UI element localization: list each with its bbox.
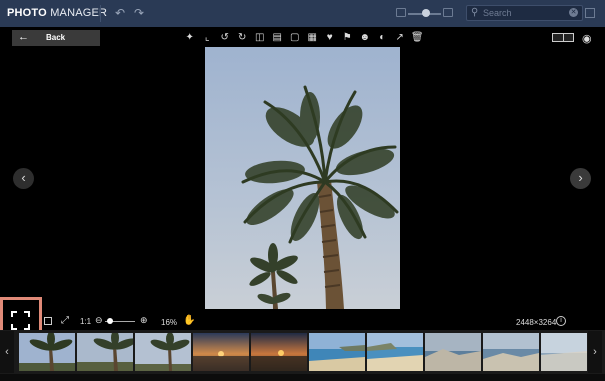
color-palette-icon[interactable]: ◐ (374, 31, 392, 45)
undo-icon[interactable]: ↶ (113, 6, 127, 20)
thumbnail[interactable] (193, 333, 249, 371)
actual-size-label[interactable]: 1:1 (80, 317, 91, 326)
hand-pan-icon[interactable]: ✋ (183, 315, 195, 326)
thumbnail[interactable] (251, 333, 307, 371)
flip-vertical-icon[interactable]: ▤ (269, 31, 287, 45)
app-title-light: MANAGER (50, 7, 108, 19)
previous-photo-button[interactable]: ‹ (13, 168, 34, 189)
thumbnail-sunset-image (251, 333, 307, 371)
thumbnail[interactable] (309, 333, 365, 371)
thumbnail-palm-image (135, 333, 191, 371)
thumbnail-palm-image (19, 333, 75, 371)
people-icon[interactable]: ☻ (356, 31, 374, 45)
thumbnail[interactable] (541, 333, 587, 371)
image-dimensions: 2448×3264 (516, 318, 557, 327)
thumbnail-size-knob[interactable] (422, 9, 430, 17)
thumbnail-sunset-image (193, 333, 249, 371)
thumbnail[interactable] (19, 333, 75, 371)
share-icon[interactable]: ↗ (391, 31, 409, 45)
info-icon[interactable]: i (556, 316, 566, 326)
thumbnail-beach-image (309, 333, 365, 371)
filmstrip-next-icon[interactable]: › (588, 331, 602, 373)
small-thumbnail-icon[interactable] (396, 8, 406, 17)
title-separator (100, 5, 101, 22)
search-icon: ⚲ (471, 7, 479, 18)
zoom-slider-handle[interactable] (106, 318, 113, 324)
thumbnail-rocks-image (425, 333, 481, 371)
app-title-bold: PHOTO (7, 7, 47, 19)
filmstrip-prev-icon[interactable]: ‹ (0, 331, 14, 373)
thumbnail[interactable] (367, 333, 423, 371)
main-photo (205, 47, 400, 309)
bottom-edge (0, 374, 605, 381)
edit-toolbar: ✦ ⌞ ↺ ↻ ◫ ▤ ▢ ▦ ♥ ⚑ ☻ ◐ ↗ 🗑 (181, 31, 426, 45)
fullscreen-icon[interactable] (11, 311, 30, 330)
fit-to-window-icon[interactable] (44, 317, 52, 325)
search-box[interactable]: ⚲ ✕ (466, 5, 583, 21)
clear-search-icon[interactable]: ✕ (569, 8, 578, 17)
next-photo-button[interactable]: › (570, 168, 591, 189)
rotate-left-icon[interactable]: ↺ (216, 31, 234, 45)
rotate-right-icon[interactable]: ↻ (234, 31, 252, 45)
large-thumbnail-icon[interactable] (443, 8, 453, 17)
title-bar: PHOTO MANAGER ↶ ↷ ⚲ ✕ (0, 0, 605, 27)
zoom-percent: 16% (161, 318, 178, 327)
thumbnail-beach-image (367, 333, 423, 371)
compare-icon[interactable] (552, 33, 574, 42)
palm-tree-photo (205, 47, 400, 309)
zoom-in-icon[interactable]: ⊕ (140, 315, 148, 326)
thumbnail[interactable] (425, 333, 481, 371)
heart-icon[interactable]: ♥ (321, 31, 339, 45)
flip-horizontal-icon[interactable]: ◫ (251, 31, 269, 45)
thumbnail-palm-image (77, 333, 133, 371)
thumbnail-rocks-image (483, 333, 539, 371)
back-button[interactable]: ← Back (12, 30, 100, 46)
redo-icon[interactable]: ↷ (132, 6, 146, 20)
eye-icon[interactable]: ◉ (582, 32, 592, 45)
zoom-out-icon[interactable]: ⊖ (95, 315, 103, 326)
thumbnail[interactable] (135, 333, 191, 371)
adjust-icon[interactable]: ▦ (304, 31, 322, 45)
app-title: PHOTO MANAGER (7, 7, 107, 19)
magic-wand-icon[interactable]: ✦ (181, 31, 199, 45)
thumbnail[interactable] (483, 333, 539, 371)
window-icon[interactable] (585, 8, 595, 18)
crop-icon[interactable]: ⌞ (199, 31, 217, 45)
shrink-icon[interactable]: ⤢ (61, 315, 69, 326)
resize-icon[interactable]: ▢ (286, 31, 304, 45)
tag-icon[interactable]: ⚑ (339, 31, 357, 45)
delete-icon[interactable]: 🗑 (409, 31, 427, 45)
back-arrow-icon: ← (18, 31, 29, 43)
back-label: Back (46, 33, 66, 42)
thumbnail-coast-image (541, 333, 587, 371)
search-input[interactable] (483, 7, 563, 19)
thumbnail[interactable] (77, 333, 133, 371)
